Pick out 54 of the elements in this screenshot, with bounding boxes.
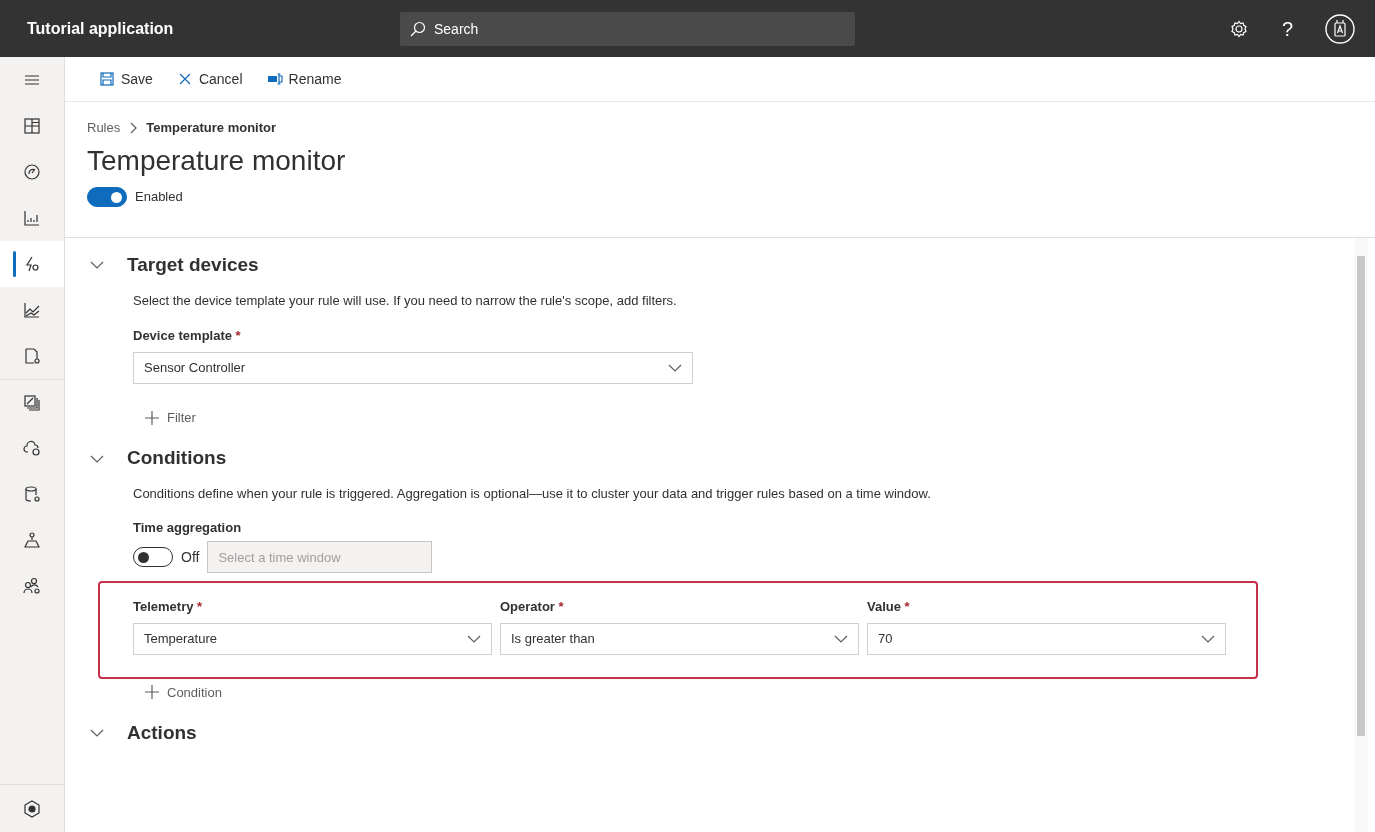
- app-title: Tutorial application: [26, 18, 175, 39]
- people-icon: [22, 576, 42, 596]
- help-button[interactable]: ?: [1281, 13, 1293, 44]
- plus-icon: [145, 410, 159, 425]
- add-button[interactable]: Filter: [133, 407, 208, 428]
- toggle-switch[interactable]: [133, 547, 173, 568]
- chevron-down-icon: [467, 633, 481, 644]
- field-label: Value *: [867, 598, 911, 617]
- add-button[interactable]: Condition: [133, 682, 234, 703]
- breadcrumb-current: Temperature monitor: [146, 119, 277, 137]
- bar-chart-icon: [22, 208, 42, 228]
- chevron-right-icon: [128, 121, 139, 134]
- cancel-button[interactable]: Cancel: [172, 64, 247, 94]
- save-icon: [99, 71, 115, 87]
- field-label: Operator *: [500, 598, 565, 617]
- settings-icon[interactable]: [1229, 19, 1248, 38]
- sidebar-item[interactable]: [0, 241, 64, 287]
- hexagon-icon: [22, 798, 42, 819]
- search-icon: [410, 20, 426, 37]
- field-label: Time aggregation: [133, 518, 243, 537]
- database-icon: [22, 484, 42, 504]
- layers-icon: [22, 392, 42, 413]
- section-description: Select the device template your rule will use. If you need to narrow the rule's scope, add filters.: [133, 291, 678, 310]
- field-label: Device template *: [133, 327, 242, 346]
- save-button[interactable]: Save: [95, 64, 157, 94]
- toggle-label: Enabled: [135, 188, 183, 207]
- section-description: Conditions define when your rule is triggered. Aggregation is optional—use it to cluster your data and trigger rules based on a time window.: [133, 485, 932, 504]
- plus-icon: [145, 685, 159, 700]
- rename-icon: [266, 71, 283, 87]
- field-label: Telemetry *: [133, 598, 204, 617]
- dropdown-field[interactable]: Is greater than: [500, 622, 859, 655]
- toggle-switch[interactable]: [87, 187, 127, 208]
- rename-button[interactable]: Rename: [262, 64, 346, 94]
- breadcrumb-link[interactable]: Rules: [87, 118, 121, 138]
- dropdown-field[interactable]: 70: [867, 622, 1226, 655]
- page-title: Temperature monitor: [87, 143, 347, 178]
- dropdown-field[interactable]: Temperature: [133, 622, 492, 655]
- gauge-icon: [22, 162, 42, 182]
- search-field[interactable]: Search: [400, 11, 855, 46]
- section-heading: Target devices: [127, 254, 259, 277]
- toggle-label: Off: [181, 547, 200, 567]
- line-chart-icon: [22, 300, 42, 320]
- avatar-icon[interactable]: [1325, 13, 1355, 44]
- dashboard-icon: [22, 116, 42, 136]
- scrollbar[interactable]: [1354, 238, 1368, 832]
- document-icon: [22, 346, 42, 366]
- section-heading: Conditions: [127, 447, 227, 471]
- chevron-down-icon: [834, 633, 848, 644]
- person-icon: [22, 530, 42, 550]
- chevron-down-icon: [668, 362, 682, 373]
- chevron-down-icon: [1201, 633, 1215, 644]
- cloud-icon: [22, 438, 42, 458]
- dropdown-field[interactable]: Sensor Controller: [133, 351, 693, 384]
- section-heading: Actions: [127, 722, 197, 745]
